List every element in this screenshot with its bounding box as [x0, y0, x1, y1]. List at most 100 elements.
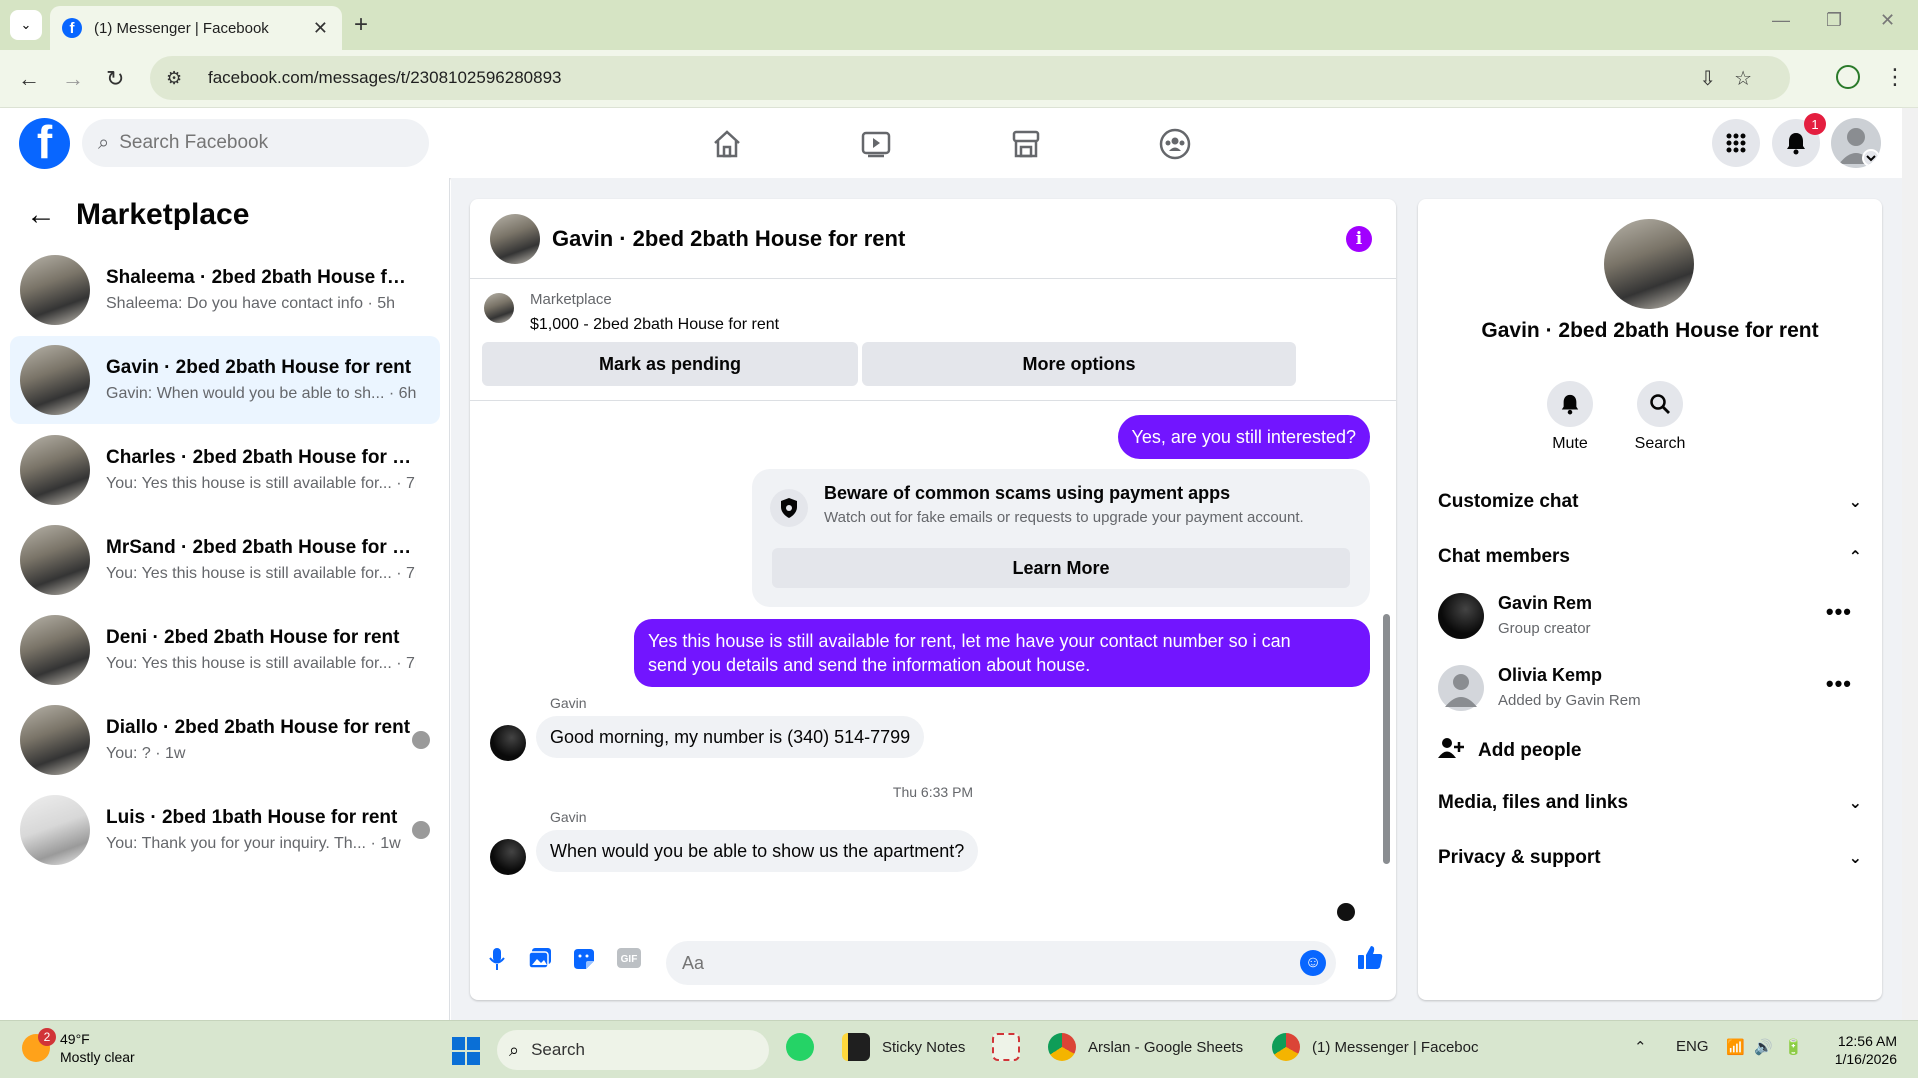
search-icon: ⌕ [509, 1039, 520, 1060]
notifications-bell-icon[interactable]: 1 [1772, 113, 1826, 167]
weather-condition: Mostly clear [60, 1049, 135, 1065]
sender-name: Gavin [550, 809, 587, 825]
member-name: Gavin Rem [1498, 593, 1593, 613]
close-window-button[interactable]: ✕ [1880, 10, 1895, 31]
more-options-button[interactable]: More options [862, 342, 1296, 386]
messenger-window-label: (1) Messenger | Faceboc [1312, 1038, 1479, 1056]
bell-icon [1547, 381, 1593, 427]
account-avatar[interactable] [1831, 118, 1881, 168]
listing-thumbnail[interactable] [484, 293, 514, 323]
chat-info-avatar[interactable] [1604, 219, 1694, 309]
gif-icon[interactable]: GIF [616, 947, 642, 976]
listing-card: Marketplace $1,000 - 2bed 2bath House fo… [470, 279, 1396, 401]
add-people-row[interactable]: Add people [1438, 737, 1862, 765]
facebook-search-box[interactable]: ⌕ [82, 119, 429, 167]
home-icon[interactable] [707, 124, 747, 164]
restore-button[interactable]: ❐ [1826, 10, 1842, 31]
media-files-links-row[interactable]: Media, files and links ⌄ [1438, 792, 1862, 814]
browser-tab[interactable]: f (1) Messenger | Facebook ✕ [50, 6, 342, 50]
forward-button[interactable]: → [62, 66, 84, 92]
facebook-logo[interactable]: f [19, 118, 70, 169]
start-button[interactable] [452, 1037, 480, 1065]
microphone-icon[interactable] [488, 947, 506, 978]
member-item[interactable]: Gavin Rem Group creator ••• [1438, 585, 1862, 645]
video-icon[interactable] [856, 124, 896, 164]
groups-icon[interactable] [1155, 124, 1195, 164]
privacy-support-label: Privacy & support [1438, 847, 1601, 868]
site-settings-icon[interactable]: ⚙ [166, 68, 188, 89]
search-conversation-button[interactable]: Search [1620, 381, 1700, 453]
menu-grid-icon[interactable] [1712, 119, 1760, 167]
conversation-item[interactable]: Charles · 2bed 2bath House for rent You: … [10, 426, 440, 514]
volume-icon[interactable]: 🔊 [1754, 1038, 1773, 1056]
minimize-button[interactable]: — [1772, 10, 1790, 31]
conversation-item[interactable]: MrSand · 2bed 2bath House for rent You: Y… [10, 516, 440, 604]
language-indicator[interactable]: ENG [1676, 1038, 1709, 1055]
tab-close-icon[interactable]: ✕ [313, 18, 328, 39]
notification-badge: 1 [1804, 113, 1826, 135]
weather-widget[interactable]: 2 49°F Mostly clear [22, 1028, 135, 1066]
add-person-icon [1438, 737, 1478, 765]
conversation-preview: Shaleema: Do you have contact info · 5h [106, 295, 396, 312]
chrome-sheets-app[interactable]: Arslan - Google Sheets [1048, 1033, 1243, 1061]
message-input[interactable] [682, 952, 1262, 974]
sticky-notes-label: Sticky Notes [882, 1038, 966, 1056]
sticky-notes-app[interactable]: Sticky Notes [842, 1033, 965, 1061]
back-arrow-icon[interactable]: ← [26, 198, 56, 232]
browser-profile-icon[interactable] [1836, 65, 1860, 89]
wifi-icon[interactable]: 📶 [1726, 1038, 1745, 1056]
message-line: send you details and send the informatio… [648, 655, 1091, 675]
privacy-support-row[interactable]: Privacy & support ⌄ [1438, 847, 1862, 869]
chrome-icon [1048, 1033, 1076, 1061]
tab-list-button[interactable]: ⌄ [10, 10, 42, 40]
member-item[interactable]: Olivia Kemp Added by Gavin Rem ••• [1438, 657, 1862, 717]
customize-chat-row[interactable]: Customize chat ⌄ [1438, 491, 1862, 513]
info-icon[interactable]: i [1346, 226, 1372, 252]
url-text[interactable]: facebook.com/messages/t/2308102596280893 [208, 68, 561, 88]
more-options-icon[interactable]: ••• [1826, 671, 1852, 697]
back-button[interactable]: ← [18, 66, 40, 92]
more-options-icon[interactable]: ••• [1826, 599, 1852, 625]
browser-menu-icon[interactable]: ⋮ [1884, 64, 1906, 90]
chat-title[interactable]: Gavin · 2bed 2bath House for rent [552, 226, 905, 252]
facebook-search-input[interactable] [119, 132, 380, 154]
sender-avatar[interactable] [490, 725, 526, 761]
photo-icon[interactable] [528, 947, 552, 976]
scam-warning-card: Beware of common scams using payment app… [752, 469, 1370, 607]
taskbar-search[interactable]: ⌕ Search [497, 1030, 769, 1070]
bookmark-icon[interactable]: ⇩☆ [1699, 66, 1770, 91]
conversation-item[interactable]: Gavin · 2bed 2bath House for rent Gavin: … [10, 336, 440, 424]
marketplace-icon[interactable] [1006, 124, 1046, 164]
whatsapp-app[interactable] [786, 1033, 826, 1061]
mute-button[interactable]: Mute [1530, 381, 1610, 453]
chat-scrollbar-thumb[interactable] [1383, 614, 1390, 864]
conversation-thumbnail [20, 795, 90, 865]
conversation-item[interactable]: Diallo · 2bed 2bath House for rent You: ?… [10, 696, 440, 784]
omnibox[interactable]: ⚙ facebook.com/messages/t/23081025962808… [150, 56, 1790, 100]
page-scrollbar[interactable] [1902, 108, 1918, 1020]
message-input-box[interactable]: ☺ [666, 941, 1336, 985]
thumbs-up-icon[interactable] [1356, 943, 1384, 978]
new-tab-button[interactable]: + [354, 11, 368, 39]
chat-scrollbar[interactable] [1380, 409, 1392, 924]
chat-avatar[interactable] [490, 213, 540, 264]
sender-avatar[interactable] [490, 839, 526, 875]
conversation-thumbnail [20, 615, 90, 685]
system-clock[interactable]: 12:56 AM 1/16/2026 [1827, 1032, 1897, 1068]
tray-chevron-icon[interactable]: ⌃ [1634, 1038, 1647, 1056]
battery-icon[interactable]: 🔋 [1784, 1038, 1803, 1056]
read-receipt-avatar [1337, 903, 1355, 921]
listing-price[interactable]: $1,000 - 2bed 2bath House for rent [530, 316, 779, 334]
sticker-icon[interactable] [572, 947, 596, 978]
mark-pending-button[interactable]: Mark as pending [482, 342, 858, 386]
emoji-icon[interactable]: ☺ [1300, 950, 1326, 976]
reload-button[interactable]: ↻ [106, 66, 124, 92]
chat-members-row[interactable]: Chat members ⌃ [1438, 546, 1862, 568]
facebook-favicon-icon: f [62, 18, 82, 38]
chrome-messenger-app[interactable]: (1) Messenger | Faceboc [1272, 1033, 1478, 1061]
conversation-item[interactable]: Deni · 2bed 2bath House for rent You: Yes… [10, 606, 440, 694]
learn-more-button[interactable]: Learn More [772, 548, 1350, 588]
conversation-item[interactable]: Shaleema · 2bed 2bath House for ... Shale… [10, 246, 440, 334]
conversation-item[interactable]: Luis · 2bed 1bath House for rent You: Tha… [10, 786, 440, 874]
snipping-tool-app[interactable] [992, 1033, 1032, 1061]
